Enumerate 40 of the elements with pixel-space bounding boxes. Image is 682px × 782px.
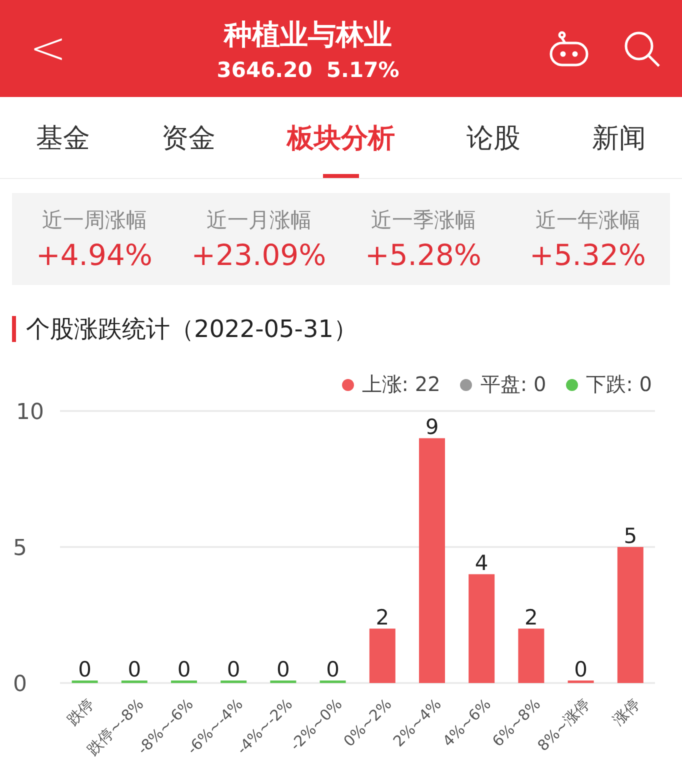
section-title: 个股涨跌统计（2022-05-31） [26,314,358,345]
bar-value-label: 0 [177,658,191,682]
tab[interactable]: 基金 [30,97,96,178]
bar-value-label: 0 [78,658,92,682]
stat-value: +5.32% [530,238,646,272]
stat-value: +23.09% [191,238,326,272]
bar-value-label: 0 [226,658,240,682]
stat-label: 近一年涨幅 [535,207,640,234]
bar-value-label: 0 [128,658,142,682]
index-change: 5.17% [326,58,400,82]
stat-label: 近一周涨幅 [42,207,147,234]
legend-label: 平盘: 0 [480,371,546,398]
y-tick-label: 5 [13,536,27,561]
tab[interactable]: 新闻 [586,97,652,178]
index-price: 3646.20 [216,58,312,82]
legend-label: 下跌: 0 [586,371,652,398]
back-button[interactable]: < [28,26,68,70]
section-marker [12,316,16,342]
tab[interactable]: 资金 [155,97,222,178]
stat-label: 近一月涨幅 [206,207,312,234]
x-axis-label: 涨停 [609,695,644,730]
bar-value-label: 2 [376,606,390,630]
stat-label: 近一季涨幅 [370,207,476,234]
bar-value-label: 4 [474,551,488,576]
legend-label: 上涨: 22 [362,371,440,398]
bar-value-label: 5 [624,524,638,548]
bar-value-label: 2 [524,606,538,630]
page-title: 种植业与林业 [224,16,392,52]
y-tick-label: 0 [13,672,27,697]
bar-value-label: 9 [425,415,439,440]
bar-value-label: 0 [326,658,340,682]
stat-value: +4.94% [36,238,152,272]
tab[interactable]: 论股 [460,97,527,178]
robot-icon[interactable] [548,30,590,66]
y-tick-label: 10 [16,400,44,425]
bar-value-label: 0 [276,658,290,682]
bar-value-label: 0 [574,658,588,682]
tab[interactable]: 板块分析 [280,97,401,178]
stat-value: +5.28% [365,238,482,272]
x-axis-label: 跌停 [64,695,98,730]
